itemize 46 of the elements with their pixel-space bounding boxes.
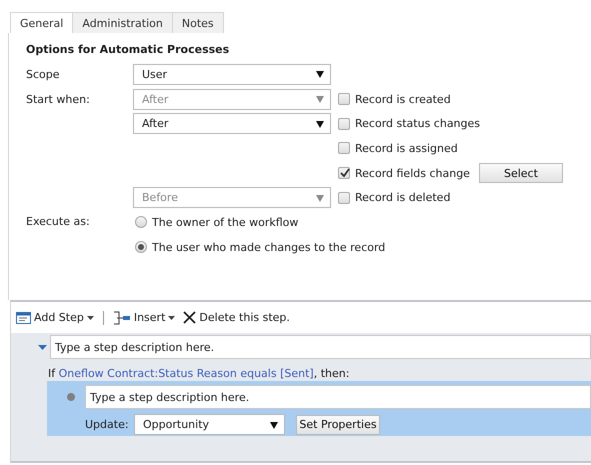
collapse-icon[interactable] bbox=[38, 344, 47, 350]
caret-icon bbox=[168, 316, 176, 320]
field-label: Start when: bbox=[26, 92, 91, 106]
checkbox-label: Record is assigned bbox=[355, 142, 458, 155]
checkbox[interactable] bbox=[338, 167, 350, 180]
toolbar-button[interactable]: Add Step bbox=[14, 310, 96, 324]
checkbox[interactable] bbox=[338, 93, 350, 106]
radio-label: The owner of the workflow bbox=[152, 216, 298, 229]
insert-icon bbox=[112, 310, 131, 324]
condition-text: If Oneflow Contract:Status Reason equals [Sent], then: bbox=[47, 366, 350, 380]
toolbar-button[interactable]: Delete this step. bbox=[181, 311, 292, 324]
caret-icon bbox=[316, 194, 324, 202]
field-label: Update: bbox=[85, 418, 130, 431]
checkbox-label: Record status changes bbox=[355, 117, 480, 130]
step-icon bbox=[16, 310, 31, 324]
radio-button[interactable] bbox=[135, 241, 147, 254]
tab[interactable]: General bbox=[10, 12, 74, 33]
caret-icon bbox=[316, 70, 324, 78]
radio-button[interactable] bbox=[135, 216, 147, 228]
checkbox-label: Record fields change bbox=[355, 166, 470, 180]
radio-label: The user who made changes to the record bbox=[152, 240, 386, 254]
select-button[interactable]: Select bbox=[478, 163, 563, 184]
step-description-field[interactable]: Type a step description here. bbox=[84, 385, 591, 409]
condition-link[interactable]: Oneflow Contract:Status Reason equals [Sent] bbox=[58, 367, 314, 380]
checkbox-label: Record is created bbox=[355, 92, 451, 106]
checkbox[interactable] bbox=[338, 142, 350, 154]
step-description-field[interactable]: Type a step description here. bbox=[50, 335, 591, 359]
field-label: Execute as: bbox=[26, 214, 91, 228]
tab[interactable]: Administration bbox=[72, 12, 173, 33]
section-heading: Options for Automatic Processes bbox=[26, 43, 230, 56]
dropdown[interactable]: Opportunity bbox=[134, 414, 285, 435]
checkbox-label: Record is deleted bbox=[355, 191, 450, 204]
checkbox[interactable] bbox=[338, 192, 350, 204]
caret-icon bbox=[316, 95, 324, 104]
bullet-icon bbox=[67, 393, 75, 401]
toolbar-button[interactable]: Insert bbox=[110, 310, 178, 324]
close-icon bbox=[183, 311, 196, 324]
field-label: Scope bbox=[26, 68, 61, 81]
tab[interactable]: Notes bbox=[172, 12, 224, 33]
checkbox[interactable] bbox=[338, 118, 350, 130]
caret-icon bbox=[86, 316, 94, 320]
caret-icon bbox=[316, 120, 324, 128]
dropdown[interactable]: After bbox=[133, 113, 331, 134]
dropdown[interactable]: User bbox=[133, 64, 331, 85]
set-properties-button[interactable]: Set Properties bbox=[296, 414, 380, 434]
caret-icon bbox=[270, 420, 278, 428]
